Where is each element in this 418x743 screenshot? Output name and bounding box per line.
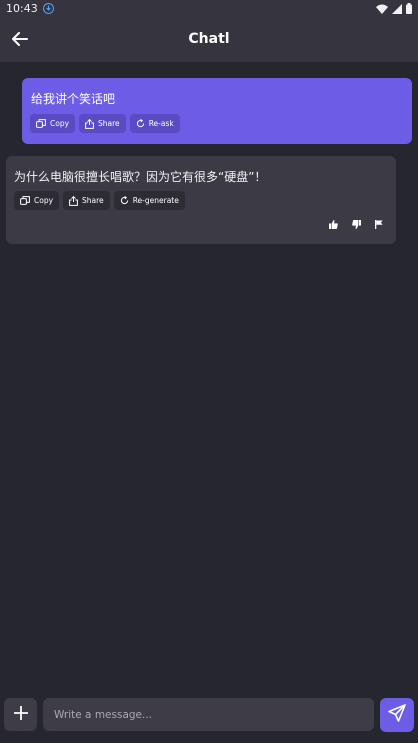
app-bar: Chatl (0, 17, 418, 62)
copy-button[interactable]: Copy (30, 114, 76, 133)
attach-button[interactable] (4, 698, 37, 731)
regenerate-button[interactable]: Re-generate (113, 191, 185, 210)
copy-button[interactable]: Copy (14, 191, 60, 210)
share-button[interactable]: Share (63, 191, 110, 210)
chat-screen: 10:43 Chatl 给我讲个笑话吧 Copy Share Re-ask 为什… (0, 0, 418, 743)
share-icon (69, 195, 78, 206)
copy-label: Copy (50, 119, 70, 128)
message-input[interactable] (43, 698, 374, 731)
feedback-actions (328, 219, 384, 229)
status-icons (376, 0, 412, 18)
signal-icon (392, 0, 402, 18)
reask-label: Re-ask (148, 119, 174, 128)
user-message-text: 给我讲个笑话吧 (31, 92, 116, 106)
user-message-actions: Copy Share Re-ask (30, 114, 180, 133)
send-button[interactable] (380, 698, 414, 732)
flag-icon[interactable] (374, 219, 384, 229)
share-button[interactable]: Share (79, 114, 126, 133)
user-message-bubble: 给我讲个笑话吧 Copy Share Re-ask (22, 78, 412, 144)
regenerate-label: Re-generate (132, 196, 179, 205)
ai-message-text: 为什么电脑很擅长唱歌？因为它有很多“硬盘”！ (14, 170, 267, 184)
thumbs-up-icon[interactable] (328, 219, 338, 229)
send-icon (388, 704, 406, 726)
copy-icon (36, 119, 46, 128)
status-bar: 10:43 (0, 0, 418, 17)
share-icon (85, 118, 94, 129)
thumbs-down-icon[interactable] (351, 219, 361, 229)
status-time: 10:43 (6, 2, 38, 15)
battery-icon (406, 0, 412, 18)
copy-label: Copy (34, 196, 54, 205)
plus-icon (13, 705, 28, 724)
reask-button[interactable]: Re-ask (129, 114, 180, 133)
app-title: Chatl (188, 31, 230, 47)
ai-message-actions: Copy Share Re-generate (14, 191, 185, 210)
copy-icon (20, 196, 30, 205)
ai-message-bubble: 为什么电脑很擅长唱歌？因为它有很多“硬盘”！ Copy Share Re-gen… (6, 156, 396, 244)
refresh-icon (120, 196, 129, 205)
download-status-icon (42, 3, 54, 14)
share-label: Share (82, 196, 104, 205)
refresh-icon (136, 119, 145, 128)
wifi-icon (376, 0, 388, 18)
share-label: Share (98, 119, 120, 128)
